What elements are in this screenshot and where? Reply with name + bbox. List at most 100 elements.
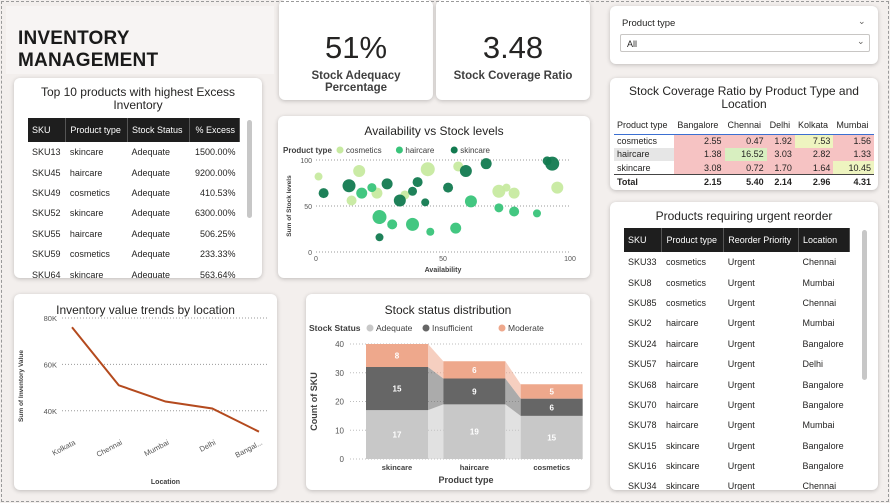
bar-legend-label[interactable]: Adequate bbox=[376, 323, 413, 333]
table-row[interactable]: SKU45 haircare Adequate 9200.00% bbox=[28, 162, 240, 182]
table-row[interactable]: SKU16 skincare Urgent Bangalore bbox=[624, 456, 850, 476]
reorder-scrollbar[interactable] bbox=[862, 230, 867, 380]
scatter-point-haircare[interactable] bbox=[464, 195, 477, 208]
scatter-legend-label[interactable]: cosmetics bbox=[346, 146, 382, 155]
matrix-row[interactable]: haircare 1.38 16.52 3.03 2.82 1.33 bbox=[614, 147, 874, 161]
scatter-point-cosmetics[interactable] bbox=[314, 172, 323, 181]
scatter-point-skincare[interactable] bbox=[408, 186, 418, 196]
table-row[interactable]: SKU59 cosmetics Adequate 233.33% bbox=[28, 244, 240, 264]
matrix-cell: 7.53 bbox=[794, 134, 834, 148]
slicer-dropdown[interactable]: All ⌄ bbox=[620, 34, 870, 52]
matrix-header-2[interactable]: Chennai bbox=[725, 116, 767, 134]
scatter-legend-label[interactable]: haircare bbox=[405, 146, 434, 155]
line-series[interactable] bbox=[71, 326, 260, 433]
reorder-cell: Urgent bbox=[727, 318, 755, 329]
table-row[interactable]: SKU70 haircare Urgent Bangalore bbox=[624, 395, 850, 415]
reorder-header-0[interactable]: SKU bbox=[624, 228, 663, 252]
excess-header-1[interactable]: Product type bbox=[65, 118, 129, 142]
reorder-header-2[interactable]: Reorder Priority bbox=[723, 228, 800, 252]
excess-header-2[interactable]: Stock Status bbox=[127, 118, 190, 142]
excess-cell: SKU59 bbox=[32, 249, 61, 260]
scatter-point-skincare[interactable] bbox=[443, 182, 454, 193]
table-row[interactable]: SKU15 skincare Urgent Bangalore bbox=[624, 436, 850, 456]
table-row[interactable]: SKU2 haircare Urgent Mumbai bbox=[624, 313, 850, 333]
scatter-point-skincare[interactable] bbox=[375, 233, 384, 242]
scatter-point-skincare[interactable] bbox=[318, 188, 329, 199]
top-excess-scrollbar[interactable] bbox=[247, 120, 252, 218]
scatter-point-skincare[interactable] bbox=[545, 156, 560, 171]
bar-legend-marker[interactable] bbox=[366, 324, 374, 332]
scatter-legend-marker[interactable] bbox=[336, 146, 344, 154]
scatter-point-haircare[interactable] bbox=[509, 206, 520, 217]
top-excess-card: Top 10 products with highest Excess Inve… bbox=[14, 78, 262, 278]
table-row[interactable]: SKU52 skincare Adequate 6300.00% bbox=[28, 203, 240, 223]
excess-cell: Adequate bbox=[131, 249, 171, 260]
scatter-point-cosmetics[interactable] bbox=[346, 195, 357, 206]
scatter-point-haircare[interactable] bbox=[494, 203, 504, 213]
bar-legend-label[interactable]: Moderate bbox=[508, 323, 544, 333]
scatter-point-cosmetics[interactable] bbox=[551, 181, 564, 194]
table-row[interactable]: SKU13 skincare Adequate 1500.00% bbox=[28, 142, 240, 162]
scatter-legend-marker[interactable] bbox=[395, 146, 403, 154]
scatter-point-skincare[interactable] bbox=[342, 179, 356, 193]
scatter-point-haircare[interactable] bbox=[356, 187, 368, 199]
matrix-header-0[interactable]: Product type bbox=[614, 116, 674, 134]
bar-legend-marker[interactable] bbox=[422, 324, 430, 332]
product-type-slicer[interactable]: Product type ⌄ All ⌄ bbox=[610, 6, 878, 64]
scatter-point-cosmetics[interactable] bbox=[502, 183, 511, 192]
scatter-point-cosmetics[interactable] bbox=[353, 165, 366, 178]
scatter-point-haircare[interactable] bbox=[426, 227, 435, 236]
dropdown-chevron-icon[interactable]: ⌄ bbox=[857, 36, 865, 47]
reorder-cell: SKU57 bbox=[628, 359, 657, 370]
scatter-point-haircare[interactable] bbox=[367, 183, 377, 193]
scatter-point-skincare[interactable] bbox=[412, 177, 423, 188]
table-row[interactable]: SKU34 skincare Urgent Chennai bbox=[624, 476, 850, 490]
excess-cell: skincare bbox=[69, 269, 104, 278]
table-row[interactable]: SKU24 haircare Urgent Bangalore bbox=[624, 334, 850, 354]
table-row[interactable]: SKU33 cosmetics Urgent Chennai bbox=[624, 252, 850, 272]
table-row[interactable]: SKU64 skincare Adequate 563.64% bbox=[28, 264, 240, 278]
table-row[interactable]: SKU8 cosmetics Urgent Mumbai bbox=[624, 272, 850, 292]
bar-x-tick: cosmetics bbox=[533, 463, 570, 472]
scatter-legend-label[interactable]: skincare bbox=[460, 146, 490, 155]
reorder-header-3[interactable]: Location bbox=[798, 228, 850, 252]
table-row[interactable]: SKU55 haircare Adequate 506.25% bbox=[28, 224, 240, 244]
scatter-legend-marker[interactable] bbox=[450, 146, 458, 154]
kpi-stock-coverage-card[interactable]: 3.48 Stock Coverage Ratio bbox=[436, 0, 590, 100]
bar-legend-marker[interactable] bbox=[498, 324, 506, 332]
table-row[interactable]: SKU85 cosmetics Urgent Chennai bbox=[624, 293, 850, 313]
matrix-header-1[interactable]: Bangalore bbox=[674, 116, 724, 134]
bar-legend-label[interactable]: Insufficient bbox=[432, 323, 473, 333]
scatter-point-skincare[interactable] bbox=[421, 198, 430, 207]
matrix-header-4[interactable]: Kolkata bbox=[795, 116, 833, 134]
matrix-row[interactable]: skincare 3.08 0.72 1.70 1.64 10.45 bbox=[614, 161, 874, 175]
table-row[interactable]: SKU68 haircare Urgent Bangalore bbox=[624, 374, 850, 394]
excess-cell: 9200.00% bbox=[194, 167, 236, 178]
scatter-point-cosmetics[interactable] bbox=[420, 162, 435, 177]
scatter-point-cosmetics[interactable] bbox=[508, 187, 520, 199]
scatter-point-skincare[interactable] bbox=[480, 158, 492, 170]
scatter-point-haircare[interactable] bbox=[450, 222, 462, 234]
scatter-point-haircare[interactable] bbox=[532, 209, 541, 218]
scatter-point-haircare[interactable] bbox=[372, 210, 387, 225]
table-row[interactable]: SKU57 haircare Urgent Delhi bbox=[624, 354, 850, 374]
bar-data-label: 15 bbox=[547, 433, 556, 442]
table-row[interactable]: SKU78 haircare Urgent Mumbai bbox=[624, 415, 850, 435]
excess-header-0[interactable]: SKU bbox=[28, 118, 67, 142]
table-row[interactable]: SKU49 cosmetics Adequate 410.53% bbox=[28, 183, 240, 203]
scatter-point-skincare[interactable] bbox=[459, 165, 472, 178]
scatter-point-skincare[interactable] bbox=[393, 194, 406, 207]
matrix-row[interactable]: cosmetics 2.55 0.47 1.92 7.53 1.56 bbox=[614, 134, 874, 148]
scatter-point-haircare[interactable] bbox=[387, 219, 398, 230]
excess-header-3[interactable]: % Excess bbox=[189, 118, 241, 142]
bar-data-label: 9 bbox=[472, 387, 477, 396]
chevron-down-icon[interactable]: ⌄ bbox=[858, 16, 866, 27]
kpi-stock-adequacy-card[interactable]: 51% Stock Adequacy Percentage bbox=[279, 0, 433, 100]
reorder-header-1[interactable]: Product type bbox=[661, 228, 725, 252]
scatter-y-tick: 50 bbox=[304, 204, 312, 211]
matrix-header-3[interactable]: Delhi bbox=[767, 116, 795, 134]
scatter-point-skincare[interactable] bbox=[381, 178, 393, 190]
scatter-point-haircare[interactable] bbox=[406, 217, 420, 231]
reorder-cell: SKU33 bbox=[628, 257, 657, 268]
matrix-header-5[interactable]: Mumbai bbox=[833, 116, 874, 134]
